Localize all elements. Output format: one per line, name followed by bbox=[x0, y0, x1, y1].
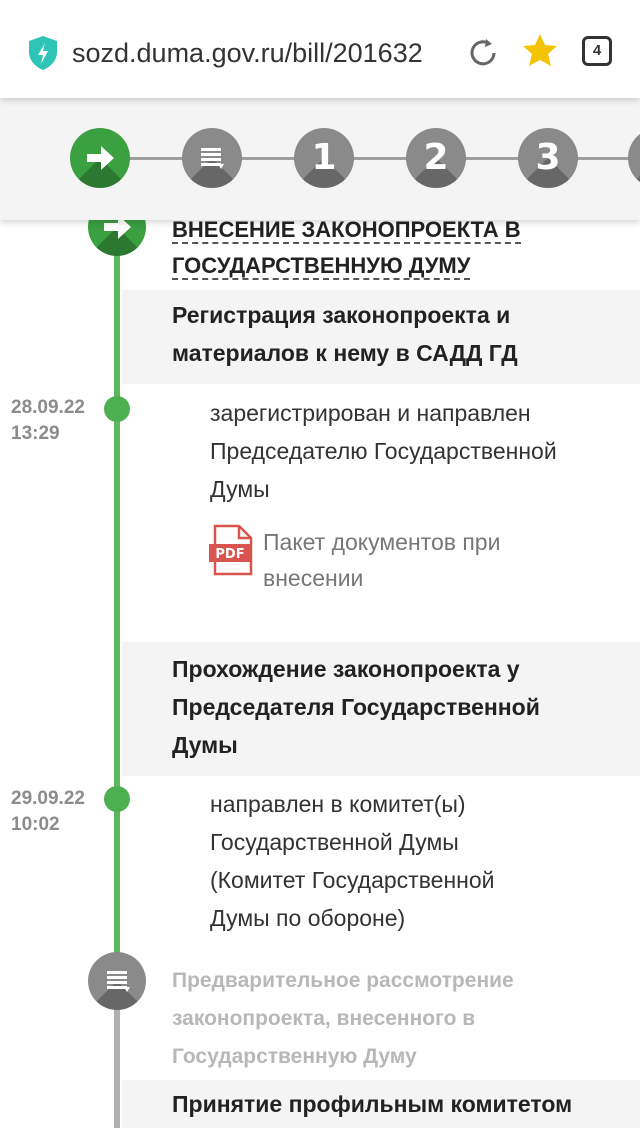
stage-stepper: 1 2 3 bbox=[0, 98, 640, 220]
event-description: зарегистрирован и направлен Председателю… bbox=[210, 400, 557, 502]
event-title: Регистрация законопроекта и материалов к… bbox=[172, 302, 518, 366]
shield-icon[interactable] bbox=[27, 35, 59, 71]
svg-text:PDF: PDF bbox=[215, 547, 244, 562]
refresh-icon[interactable] bbox=[466, 36, 500, 70]
event-title: Прохождение законопроекта у Председателя… bbox=[172, 656, 540, 758]
event-title: Принятие профильным комитетом bbox=[172, 1091, 573, 1117]
step-next[interactable] bbox=[628, 128, 640, 188]
arrow-right-icon bbox=[87, 146, 114, 170]
stage-title[interactable]: ВНЕСЕНИЕ ЗАКОНОПРОЕКТА В ГОСУДАРСТВЕННУЮ… bbox=[172, 212, 572, 284]
next-stage-title[interactable]: Предварительное рассмотрение законопроек… bbox=[172, 962, 612, 1076]
step-2[interactable]: 2 bbox=[406, 128, 466, 188]
event-date: 29.09.22 10:02 bbox=[11, 788, 85, 835]
url-text[interactable]: sozd.duma.gov.ru/bill/201632 bbox=[72, 34, 448, 72]
step-arrow[interactable] bbox=[70, 128, 130, 188]
step-3[interactable]: 3 bbox=[518, 128, 578, 188]
tab-count-button[interactable]: 4 bbox=[582, 36, 612, 66]
document-list-icon bbox=[201, 148, 224, 169]
star-icon[interactable] bbox=[521, 32, 559, 70]
step-1[interactable]: 1 bbox=[294, 128, 354, 188]
stage-node-preliminary bbox=[88, 952, 146, 1010]
pdf-attachment-label[interactable]: Пакет документов при внесении bbox=[263, 524, 603, 596]
event-date: 28.09.22 13:29 bbox=[11, 397, 85, 444]
timeline-line-completed bbox=[114, 220, 120, 975]
pdf-icon: PDF bbox=[209, 524, 253, 576]
event-block-registration: Регистрация законопроекта и материалов к… bbox=[122, 290, 640, 384]
timeline-dot bbox=[104, 786, 130, 812]
document-list-icon bbox=[107, 971, 130, 992]
event-description: направлен в комитет(ы) Государственной Д… bbox=[210, 791, 495, 931]
event-block-committee: Принятие профильным комитетом bbox=[122, 1080, 640, 1128]
event-block-chairman: Прохождение законопроекта у Председателя… bbox=[122, 642, 640, 776]
timeline-dot bbox=[104, 396, 130, 422]
step-documents[interactable] bbox=[182, 128, 242, 188]
browser-url-bar: sozd.duma.gov.ru/bill/201632 4 bbox=[0, 0, 640, 98]
